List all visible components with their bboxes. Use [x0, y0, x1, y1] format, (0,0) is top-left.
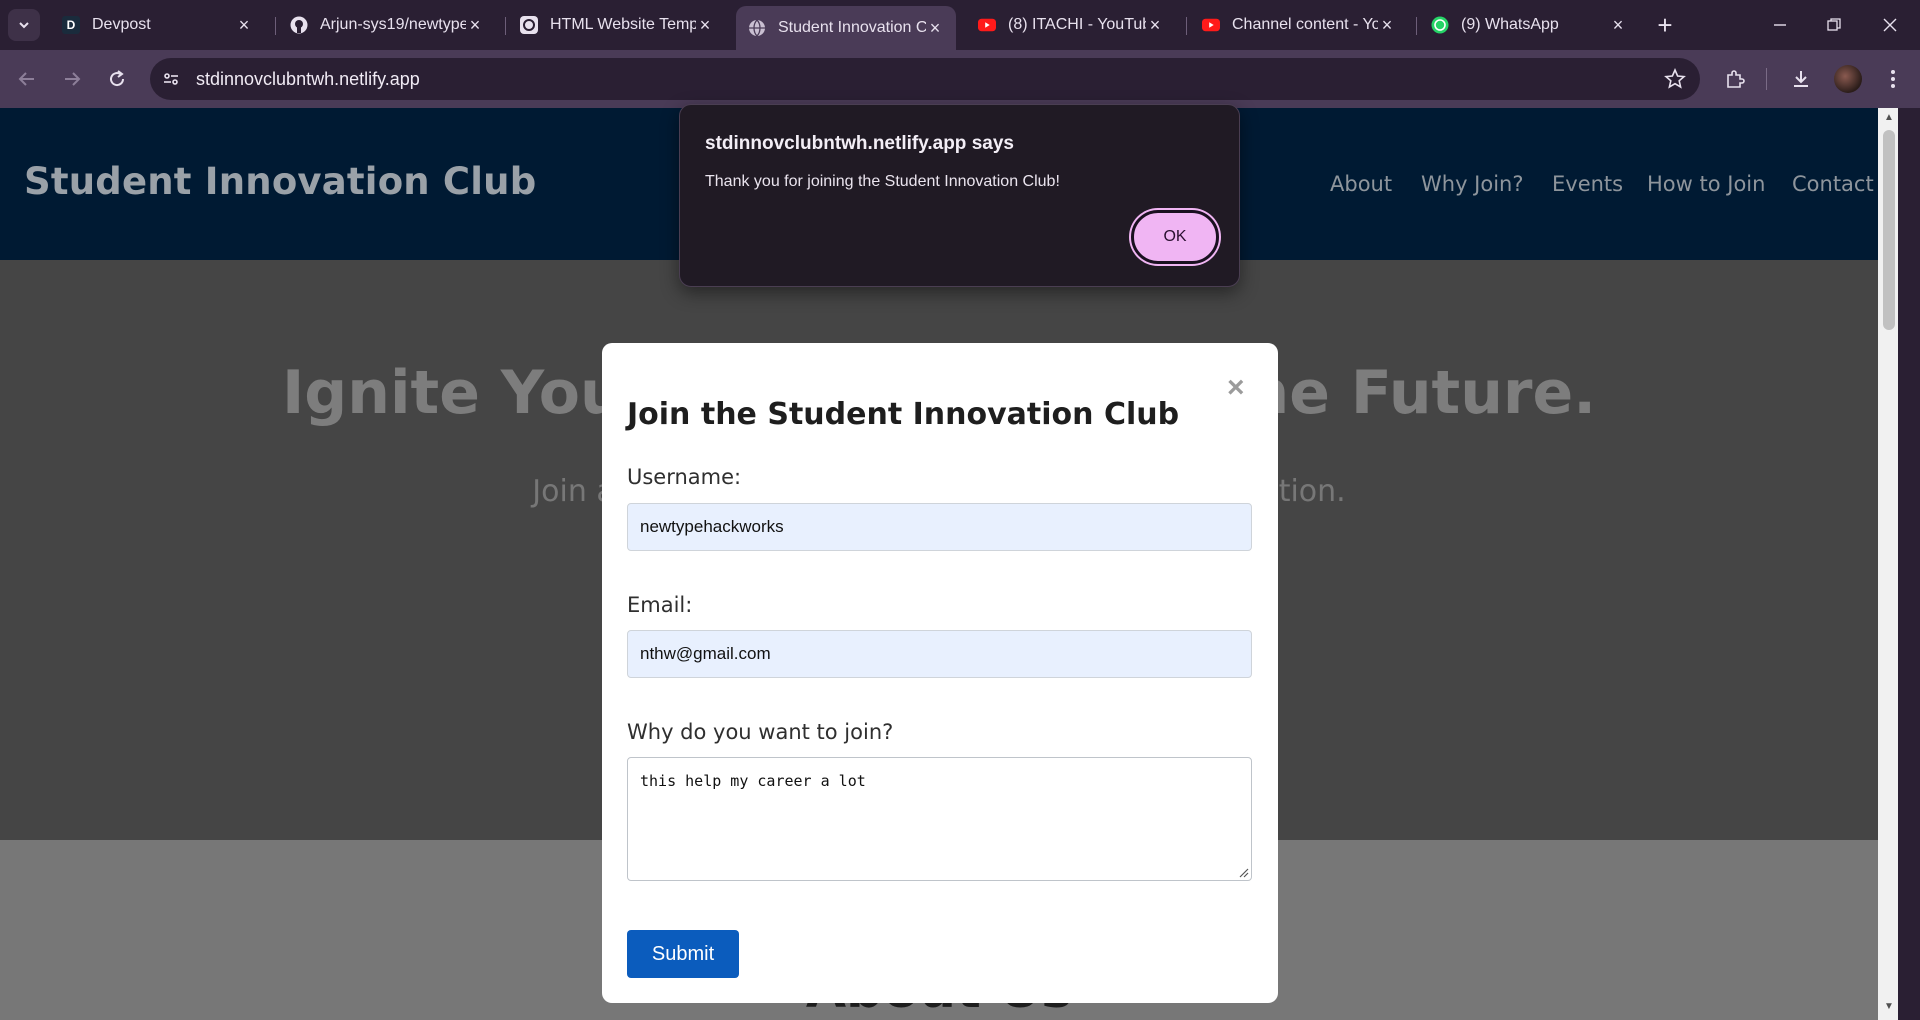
resize-grip-icon[interactable] — [1237, 866, 1249, 878]
close-icon[interactable]: × — [1146, 15, 1164, 36]
site-logo[interactable]: Student Innovation Club — [24, 160, 536, 203]
submit-button[interactable]: Submit — [627, 930, 739, 978]
devpost-icon: D — [62, 16, 80, 34]
tab-divider — [505, 17, 506, 35]
tab-title: HTML Website Templ — [550, 16, 696, 33]
profile-avatar[interactable] — [1834, 65, 1862, 93]
scroll-down-arrow-icon[interactable]: ▼ — [1882, 1001, 1896, 1015]
extensions-button[interactable] — [1720, 64, 1750, 94]
tab-title: (8) ITACHI - YouTube — [1008, 16, 1146, 33]
toolbar-divider — [1766, 68, 1767, 90]
scrollbar-thumb[interactable] — [1883, 130, 1895, 330]
tab-title: Student Innovation C — [778, 19, 926, 36]
tab-itachi-youtube[interactable]: (8) ITACHI - YouTube × — [966, 6, 1176, 44]
arrow-left-icon — [18, 72, 34, 86]
tab-student-innovation[interactable]: Student Innovation C × — [736, 6, 956, 50]
close-icon[interactable]: × — [1227, 373, 1245, 403]
nav-about[interactable]: About — [1330, 172, 1392, 196]
tab-title: Channel content - Yo — [1232, 16, 1378, 33]
tab-search-button[interactable] — [8, 9, 40, 41]
chatgpt-icon — [520, 16, 538, 34]
close-icon[interactable]: × — [926, 18, 944, 39]
username-value: newtypehackworks — [640, 517, 784, 536]
tab-divider — [275, 17, 276, 35]
address-bar[interactable]: stdinnovclubntwh.netlify.app — [150, 58, 1700, 100]
email-label: Email: — [627, 593, 693, 617]
email-input[interactable]: nthw@gmail.com — [627, 630, 1252, 678]
username-label: Username: — [627, 465, 742, 489]
close-icon[interactable]: × — [696, 15, 714, 36]
email-value: nthw@gmail.com — [640, 644, 771, 663]
alert-title: stdinnovclubntwh.netlify.app says — [705, 133, 1014, 154]
whatsapp-icon — [1431, 16, 1449, 34]
puzzle-icon — [1727, 70, 1745, 88]
close-icon[interactable]: × — [466, 15, 484, 36]
browser-menu-button[interactable] — [1878, 64, 1908, 94]
tab-github[interactable]: Arjun-sys19/newtype × — [278, 6, 496, 44]
new-tab-button[interactable]: + — [1650, 10, 1680, 40]
nav-how-to-join[interactable]: How to Join — [1647, 172, 1765, 196]
url-text[interactable]: stdinnovclubntwh.netlify.app — [196, 69, 420, 90]
close-window-button[interactable] — [1862, 0, 1918, 50]
tab-html-templates[interactable]: HTML Website Templ × — [508, 6, 726, 44]
alert-message: Thank you for joining the Student Innova… — [705, 173, 1060, 190]
tab-divider — [1186, 17, 1187, 35]
nav-why-join[interactable]: Why Join? — [1421, 172, 1524, 196]
reload-button[interactable] — [102, 64, 132, 94]
kebab-menu-icon — [1891, 70, 1895, 88]
github-icon — [290, 16, 308, 34]
browser-alert-dialog: stdinnovclubntwh.netlify.app says Thank … — [679, 104, 1240, 287]
bookmark-star-icon[interactable] — [1664, 67, 1686, 95]
browser-toolbar: stdinnovclubntwh.netlify.app — [0, 50, 1920, 108]
close-icon[interactable]: × — [1609, 15, 1627, 36]
tab-strip: D Devpost × Arjun-sys19/newtype × HTML W… — [0, 0, 1920, 50]
site-info-icon[interactable] — [150, 58, 192, 100]
chevron-down-icon — [19, 22, 29, 29]
nav-contact[interactable]: Contact — [1792, 172, 1874, 196]
youtube-icon — [1202, 16, 1220, 34]
tab-whatsapp[interactable]: (9) WhatsApp × — [1419, 6, 1639, 44]
restore-icon — [1827, 18, 1841, 31]
tab-title: Devpost — [92, 16, 151, 33]
close-window-icon — [1883, 18, 1897, 32]
tab-title: (9) WhatsApp — [1461, 16, 1559, 33]
modal-title: Join the Student Innovation Club — [627, 397, 1180, 432]
scroll-up-arrow-icon[interactable]: ▲ — [1882, 112, 1896, 126]
download-icon — [1794, 71, 1808, 87]
tab-title: Arjun-sys19/newtype — [320, 16, 466, 33]
back-button[interactable] — [12, 64, 42, 94]
forward-button[interactable] — [57, 64, 87, 94]
alert-ok-button[interactable]: OK — [1131, 210, 1219, 264]
join-modal: × Join the Student Innovation Club Usern… — [602, 343, 1278, 1003]
youtube-icon — [978, 16, 996, 34]
minimize-button[interactable] — [1752, 0, 1808, 50]
downloads-button[interactable] — [1786, 64, 1816, 94]
window-edge — [1898, 108, 1920, 1020]
reason-textarea[interactable]: this help my career a lot — [627, 757, 1252, 881]
reload-icon — [110, 70, 125, 87]
minimize-icon — [1774, 24, 1786, 26]
tab-channel-content[interactable]: Channel content - Yo × — [1190, 6, 1408, 44]
scrollbar-track[interactable]: ▲ ▼ — [1878, 108, 1898, 1020]
close-icon[interactable]: × — [1378, 15, 1396, 36]
reason-value: this help my career a lot — [640, 772, 866, 790]
tab-devpost[interactable]: D Devpost × — [50, 6, 265, 44]
reason-label: Why do you want to join? — [627, 720, 894, 744]
nav-events[interactable]: Events — [1552, 172, 1623, 196]
arrow-right-icon — [65, 72, 81, 86]
username-input[interactable]: newtypehackworks — [627, 503, 1252, 551]
restore-button[interactable] — [1806, 0, 1862, 50]
tab-divider — [1416, 17, 1417, 35]
globe-icon — [748, 19, 766, 37]
close-icon[interactable]: × — [235, 15, 253, 36]
